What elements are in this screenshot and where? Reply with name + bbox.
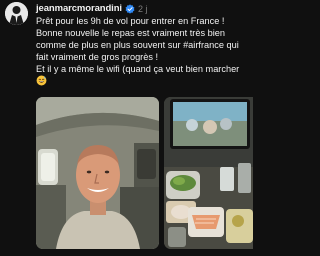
verified-badge-icon <box>125 3 135 14</box>
post-timestamp: 2 j <box>137 3 148 14</box>
post-caption: Prêt pour les 9h de vol pour entrer en F… <box>36 15 250 89</box>
caption-line-3: Et il y a même le wifi (quand ça veut bi… <box>36 64 240 75</box>
caption-line-1: Prêt pour les 9h de vol pour entrer en F… <box>36 16 225 26</box>
avatar[interactable] <box>5 2 28 25</box>
username[interactable]: jeanmarcmorandini <box>36 3 122 14</box>
selfie-photo[interactable] <box>36 97 159 249</box>
post-header: jeanmarcmorandini 2 j <box>36 3 147 14</box>
caption-line-2: Bonne nouvelle le repas est vraiment trè… <box>36 28 239 63</box>
meal-photo[interactable] <box>164 97 253 249</box>
sweat-smile-emoji-icon <box>36 76 47 86</box>
